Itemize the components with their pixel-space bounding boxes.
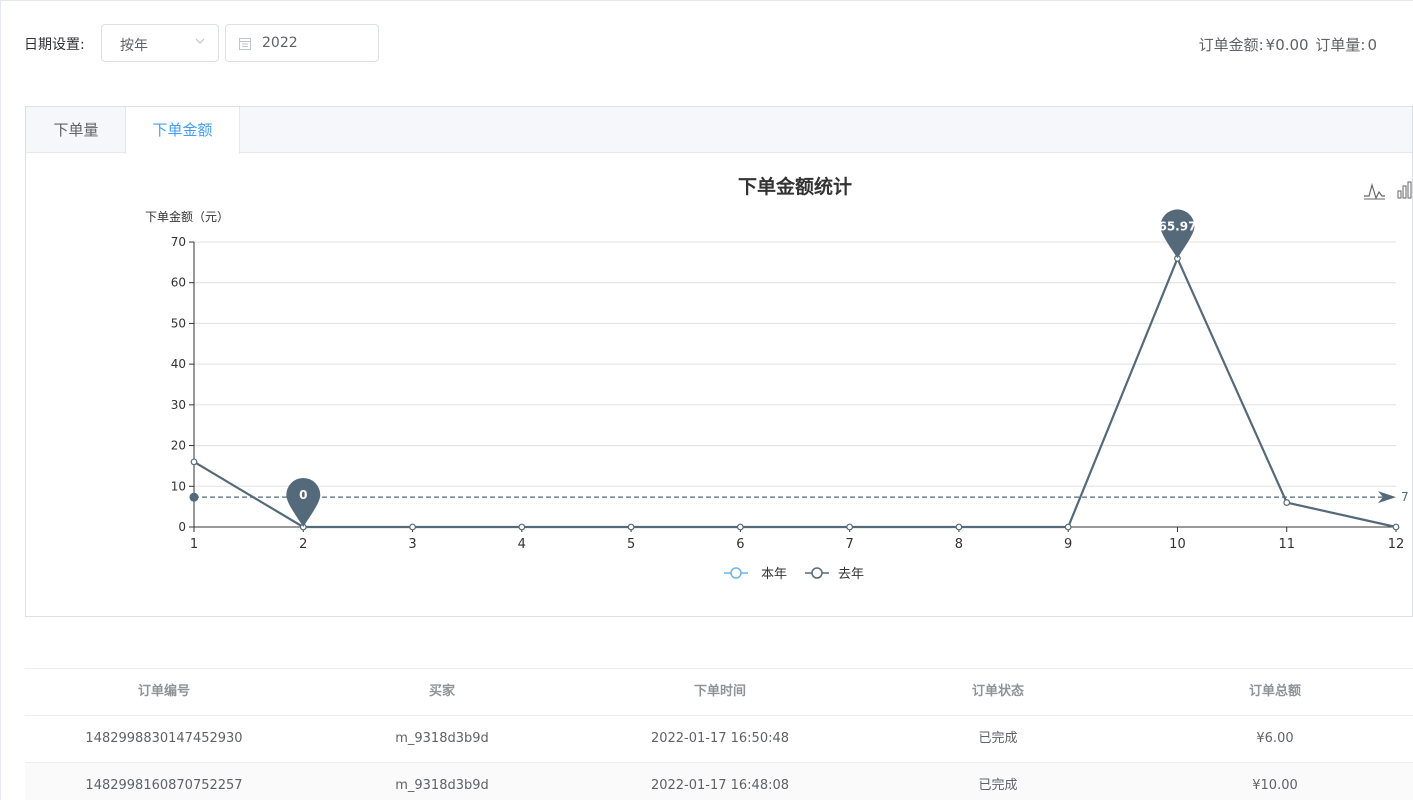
y-tick-label: 70	[171, 235, 186, 249]
x-tick-label: 4	[518, 537, 526, 552]
buyer-cell: m_9318d3b9d	[395, 731, 489, 746]
x-tick-label: 7	[845, 537, 853, 552]
chart-legend: 本年 去年	[724, 567, 864, 582]
table-row[interactable]: 1482998160870752257 m_9318d3b9d 2022-01-…	[25, 762, 1413, 800]
line-chart-icon[interactable]	[1364, 182, 1385, 200]
data-point	[736, 523, 744, 531]
data-point	[1064, 523, 1072, 531]
legend-this-year[interactable]: 本年	[724, 567, 787, 582]
bar-chart-icon[interactable]	[1397, 181, 1412, 199]
y-tick-label: 20	[171, 439, 186, 453]
data-point	[846, 523, 854, 531]
x-tick-label: 6	[736, 537, 744, 552]
x-tick-label: 8	[955, 537, 963, 552]
y-tick-label: 60	[171, 276, 186, 290]
y-axis-label: 下单金额（元）	[145, 209, 229, 224]
x-tick-label: 12	[1388, 537, 1405, 552]
order-total-cell: ¥10.00	[1252, 778, 1298, 793]
x-tick-label: 3	[408, 537, 416, 552]
table-header-row: 订单编号 买家 下单时间 订单状态 订单总额	[25, 668, 1413, 715]
order-status-cell: 已完成	[978, 778, 1018, 793]
data-point	[1283, 499, 1291, 506]
x-tick-label: 5	[627, 537, 635, 552]
x-tick-label: 2	[299, 537, 307, 552]
order-no-cell: 1482998160870752257	[85, 778, 243, 793]
x-tick-label: 1	[190, 537, 198, 552]
mark-point-pin	[1160, 209, 1195, 259]
data-point	[190, 458, 198, 466]
order-table: 订单编号 买家 下单时间 订单状态 订单总额 14829988301474529…	[25, 668, 1413, 800]
x-tick-label: 9	[1064, 537, 1072, 552]
header-order-total: 订单总额	[1248, 684, 1301, 699]
header-buyer: 买家	[428, 684, 455, 699]
order-status-cell: 已完成	[978, 731, 1018, 746]
table-row[interactable]: 1482998830147452930 m_9318d3b9d 2022-01-…	[25, 715, 1413, 762]
data-point	[518, 523, 526, 531]
y-tick-label: 40	[171, 357, 186, 371]
order-time-cell: 2022-01-17 16:50:48	[650, 731, 790, 746]
x-tick-label: 10	[1169, 537, 1186, 552]
header-order-no: 订单编号	[137, 684, 190, 699]
y-tick-label: 50	[171, 316, 186, 330]
mark-point-label: 0	[299, 488, 307, 502]
buyer-cell: m_9318d3b9d	[395, 778, 489, 793]
mark-point-label: 65.97	[1158, 219, 1196, 233]
y-tick-label: 10	[171, 479, 186, 493]
order-no-cell: 1482998830147452930	[85, 731, 243, 746]
average-line-label: 7	[1401, 490, 1409, 504]
data-point	[627, 523, 635, 531]
data-point	[955, 523, 963, 531]
order-total-cell: ¥6.00	[1256, 731, 1294, 746]
header-order-status: 订单状态	[971, 684, 1024, 699]
y-tick-label: 30	[171, 398, 186, 412]
x-tick-label: 11	[1278, 537, 1295, 552]
data-point	[409, 523, 416, 531]
legend-this-year-label: 本年	[761, 567, 787, 582]
legend-last-year-label: 去年	[838, 567, 864, 582]
order-time-cell: 2022-01-17 16:48:08	[650, 778, 790, 793]
order-amount-chart: 下单金额统计 下单金额（元） 0102030405060701 2 3 4 5 6 7 8 9 1…	[145, 175, 1412, 582]
y-tick-label: 0	[178, 520, 186, 534]
chart-title: 下单金额统计	[738, 175, 852, 198]
header-order-time: 下单时间	[693, 684, 746, 699]
average-line-start-dot	[189, 492, 199, 502]
data-point	[1392, 523, 1400, 531]
legend-last-year[interactable]: 去年	[805, 567, 864, 582]
